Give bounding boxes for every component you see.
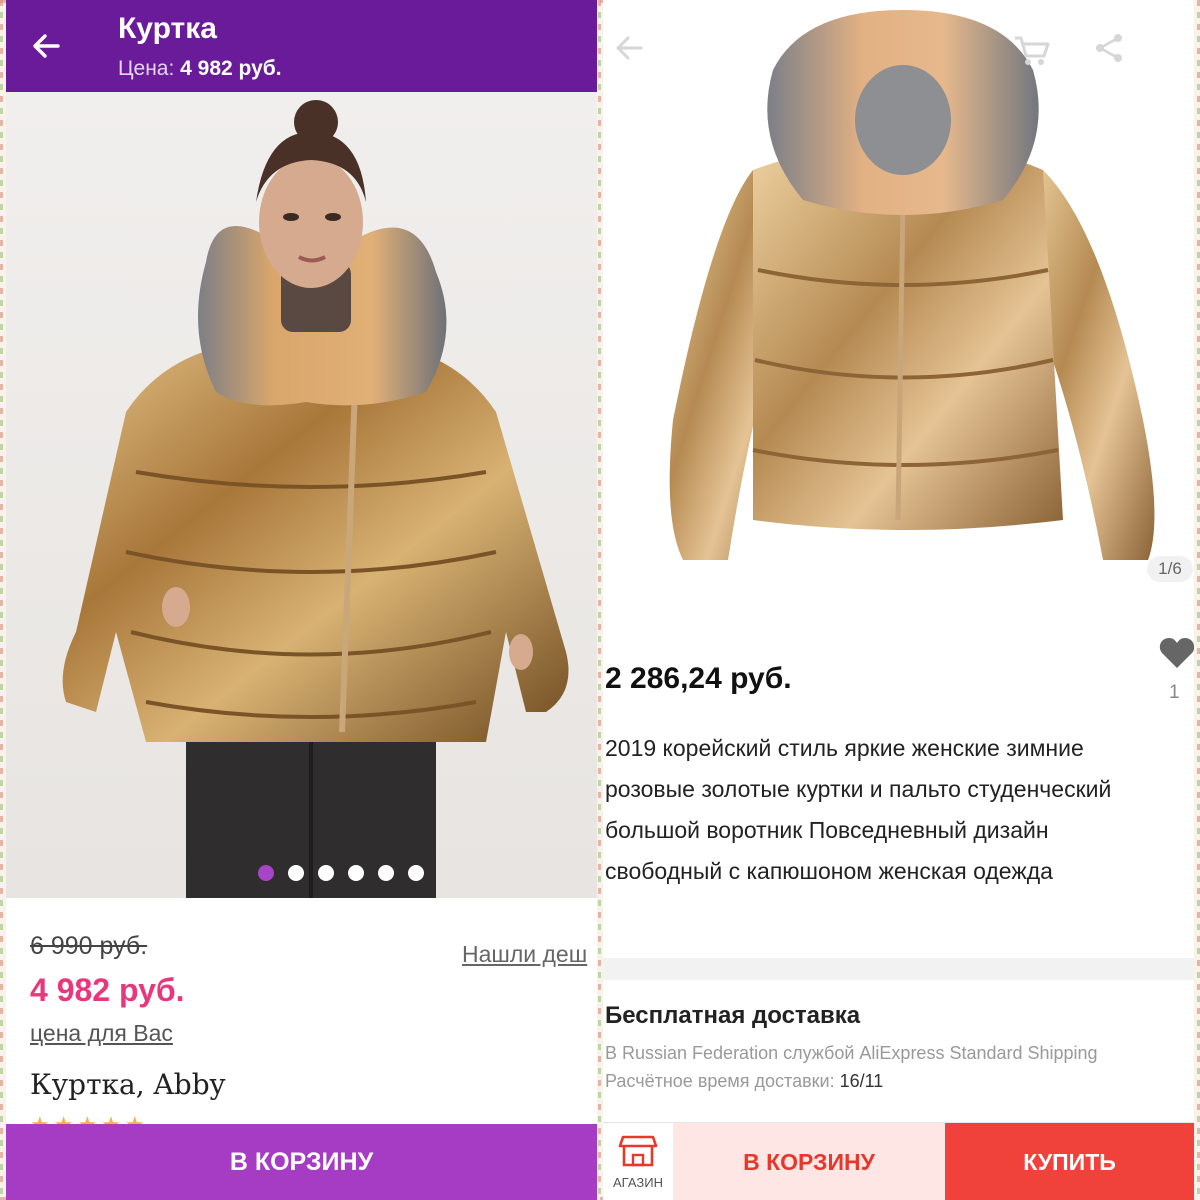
model-in-jacket-image xyxy=(62,100,569,898)
share-icon[interactable] xyxy=(1091,30,1127,66)
image-counter: 1/6 xyxy=(1147,556,1193,582)
likes-count: 1 xyxy=(1169,682,1180,703)
old-price: 6 990 руб. xyxy=(30,932,148,960)
right-screen: 1/6 1 2 286,24 руб. 2019 корейский стиль… xyxy=(603,0,1194,1200)
store-label: АГАЗИН xyxy=(613,1175,663,1190)
product-photo[interactable] xyxy=(6,92,597,898)
gallery-dot-5[interactable] xyxy=(378,865,394,881)
jacket-product-image xyxy=(669,10,1155,560)
gallery-dot-1[interactable] xyxy=(258,865,274,881)
page-title: Куртка xyxy=(118,12,217,45)
gallery-pagination xyxy=(258,865,424,881)
header-price: Цена: 4 982 руб. xyxy=(118,57,282,81)
collage-border-left xyxy=(0,0,3,1200)
price-for-you-link[interactable]: цена для Вас xyxy=(30,1020,173,1047)
buy-now-button[interactable]: КУПИТЬ xyxy=(945,1123,1194,1200)
collage-border-middle xyxy=(598,0,601,1200)
shipping-eta-label: Расчётное время доставки: xyxy=(605,1071,835,1091)
section-divider xyxy=(603,958,1194,980)
product-name: Куртка, Abby xyxy=(30,1068,226,1101)
shipping-title: Бесплатная доставка xyxy=(605,1002,861,1029)
found-cheaper-link[interactable]: Нашли деш xyxy=(462,941,587,968)
add-to-cart-button[interactable]: В КОРЗИНУ xyxy=(6,1124,597,1200)
shipping-eta: Расчётное время доставки: 16/11 xyxy=(605,1071,883,1092)
header-price-label: Цена: xyxy=(118,57,175,80)
bottom-action-bar: АГАЗИН В КОРЗИНУ КУПИТЬ xyxy=(603,1122,1194,1200)
store-button[interactable]: АГАЗИН xyxy=(603,1123,673,1200)
gallery-dot-3[interactable] xyxy=(318,865,334,881)
product-price: 2 286,24 руб. xyxy=(605,662,792,695)
store-icon xyxy=(618,1135,658,1167)
back-arrow-icon[interactable] xyxy=(28,28,64,64)
back-arrow-icon[interactable] xyxy=(611,30,647,66)
current-price: 4 982 руб. xyxy=(30,972,185,1008)
app-header: Куртка Цена: 4 982 руб. xyxy=(6,0,597,92)
shipping-eta-value: 16/11 xyxy=(839,1071,884,1091)
header-price-value: 4 982 руб. xyxy=(180,57,282,80)
add-to-cart-button[interactable]: В КОРЗИНУ xyxy=(673,1123,945,1200)
cart-icon[interactable] xyxy=(1011,30,1051,70)
heart-icon[interactable] xyxy=(1159,636,1194,670)
left-screen: Куртка Цена: 4 982 руб. 6 990 руб. Нашли… xyxy=(6,0,597,1200)
gallery-dot-4[interactable] xyxy=(348,865,364,881)
product-description: 2019 корейский стиль яркие женские зимни… xyxy=(605,735,1112,884)
shipping-method: В Russian Federation службой AliExpress … xyxy=(605,1043,1098,1063)
gallery-dot-6[interactable] xyxy=(408,865,424,881)
gallery-dot-2[interactable] xyxy=(288,865,304,881)
product-photo[interactable]: 1/6 xyxy=(603,0,1194,600)
